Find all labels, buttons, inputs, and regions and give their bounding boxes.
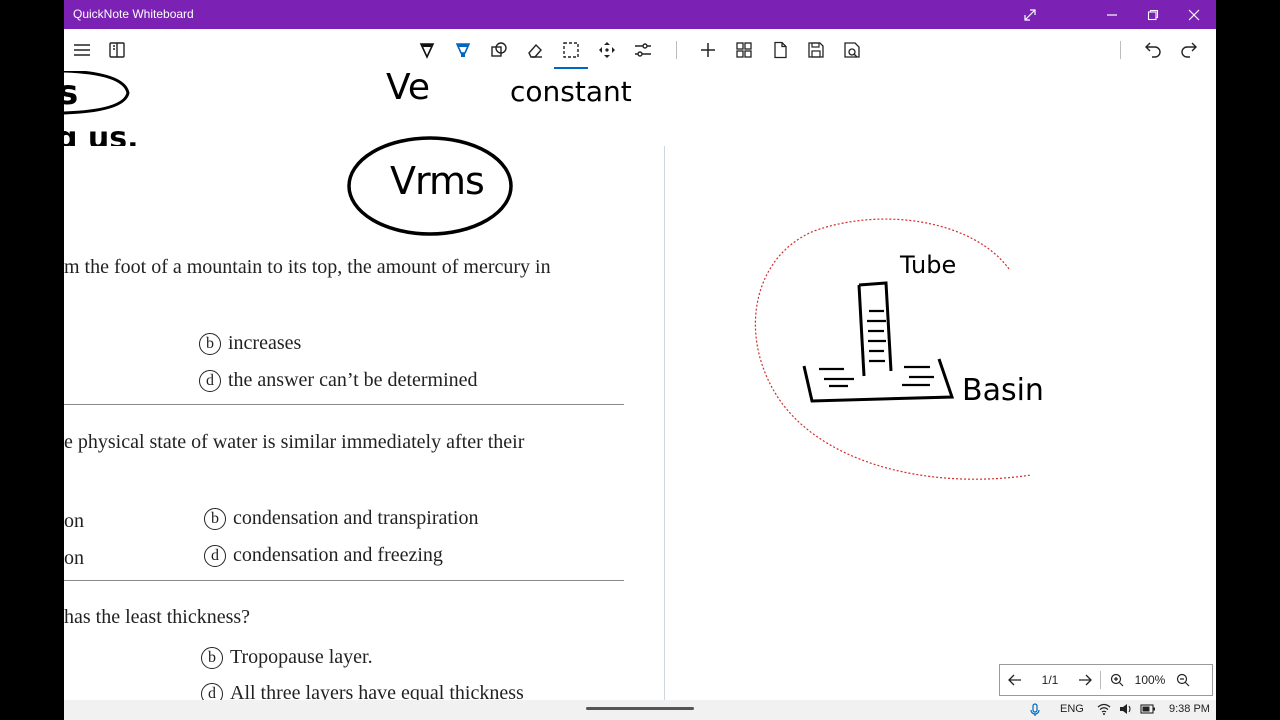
undo-icon[interactable] <box>1140 37 1166 63</box>
pen-icon[interactable] <box>414 37 440 63</box>
option-text: condensation and freezing <box>233 544 443 566</box>
divider-2 <box>64 580 624 581</box>
clock[interactable]: 9:38 PM <box>1169 703 1210 715</box>
toolbar <box>64 29 1216 72</box>
grid-icon[interactable] <box>731 37 757 63</box>
divider-1 <box>64 404 624 405</box>
highlighter-icon[interactable] <box>450 37 476 63</box>
export-icon[interactable] <box>839 37 865 63</box>
zoom-out-icon[interactable] <box>1167 665 1199 695</box>
option-text: the answer can’t be determined <box>228 369 478 391</box>
page-zoom-control: 1/1 100% <box>999 664 1213 696</box>
q1-option-d: d the answer can’t be determined <box>199 369 478 392</box>
ink-basin-label: Basin <box>962 373 1044 408</box>
page-icon[interactable] <box>767 37 793 63</box>
option-letter: b <box>199 332 221 355</box>
q2-fragment-c: on <box>64 547 84 569</box>
wifi-icon[interactable] <box>1097 703 1111 718</box>
option-text: Tropopause layer. <box>230 646 373 668</box>
option-text: condensation and transpiration <box>233 507 479 529</box>
title-bar: QuickNote Whiteboard <box>64 0 1216 29</box>
eraser-icon[interactable] <box>522 37 548 63</box>
next-page-icon[interactable] <box>1070 665 1100 695</box>
microphone-icon[interactable] <box>1030 703 1040 720</box>
language-indicator[interactable]: ENG <box>1060 703 1084 715</box>
expand-icon[interactable] <box>1010 0 1050 29</box>
option-letter: d <box>199 369 221 392</box>
close-icon[interactable] <box>1174 0 1214 29</box>
minimize-icon[interactable] <box>1092 0 1132 29</box>
q1-option-b: b increases <box>199 332 301 355</box>
whiteboard-canvas[interactable]: s g us. Ve constant m the foot of a moun… <box>64 71 1216 700</box>
question-2-stem: e physical state of water is similar imm… <box>64 431 525 453</box>
app-window: QuickNote Whiteboard s g us. Ve constant… <box>64 0 1216 720</box>
option-letter: d <box>204 544 226 567</box>
gesture-handle[interactable] <box>586 707 694 710</box>
add-icon[interactable] <box>695 37 721 63</box>
q2-option-b: b condensation and transpiration <box>204 507 479 530</box>
prev-page-icon[interactable] <box>1000 665 1030 695</box>
question-3-stem: has the least thickness? <box>64 606 251 628</box>
option-letter: b <box>201 646 223 669</box>
restore-icon[interactable] <box>1133 0 1173 29</box>
q3-option-d: d All three layers have equal thickness <box>201 682 524 700</box>
option-letter: b <box>204 507 226 530</box>
zoom-level: 100% <box>1134 673 1166 687</box>
save-icon[interactable] <box>803 37 829 63</box>
option-text: All three layers have equal thickness <box>230 682 524 700</box>
system-status-bar: ENG 9:38 PM <box>64 700 1216 720</box>
active-tool-indicator <box>554 67 588 69</box>
page-indicator: 1/1 <box>1041 673 1059 687</box>
ink-tube-label: Tube <box>900 251 957 279</box>
menu-icon[interactable] <box>69 37 95 63</box>
ink-constant: constant <box>510 75 632 108</box>
q2-fragment-a: on <box>64 510 84 532</box>
notebook-icon[interactable] <box>104 37 130 63</box>
toolbar-divider-2 <box>1120 41 1121 59</box>
ink-fragment-s: s <box>64 73 79 113</box>
pan-icon[interactable] <box>594 37 620 63</box>
volume-icon[interactable] <box>1119 703 1133 718</box>
ink-ve: Ve <box>386 71 430 108</box>
q2-option-d: d condensation and freezing <box>204 544 443 567</box>
option-text: increases <box>228 332 302 354</box>
option-letter: d <box>201 682 223 700</box>
toolbar-divider <box>676 41 677 59</box>
redo-icon[interactable] <box>1176 37 1202 63</box>
q3-option-b: b Tropopause layer. <box>201 646 373 669</box>
shapes-icon[interactable] <box>486 37 512 63</box>
settings-sliders-icon[interactable] <box>630 37 656 63</box>
battery-icon[interactable] <box>1140 703 1156 718</box>
zoom-in-icon[interactable] <box>1101 665 1133 695</box>
ink-vrms: Vrms <box>390 159 485 203</box>
window-title: QuickNote Whiteboard <box>73 7 194 21</box>
lasso-select-icon[interactable] <box>558 37 584 63</box>
question-1-stem: m the foot of a mountain to its top, the… <box>64 256 551 278</box>
